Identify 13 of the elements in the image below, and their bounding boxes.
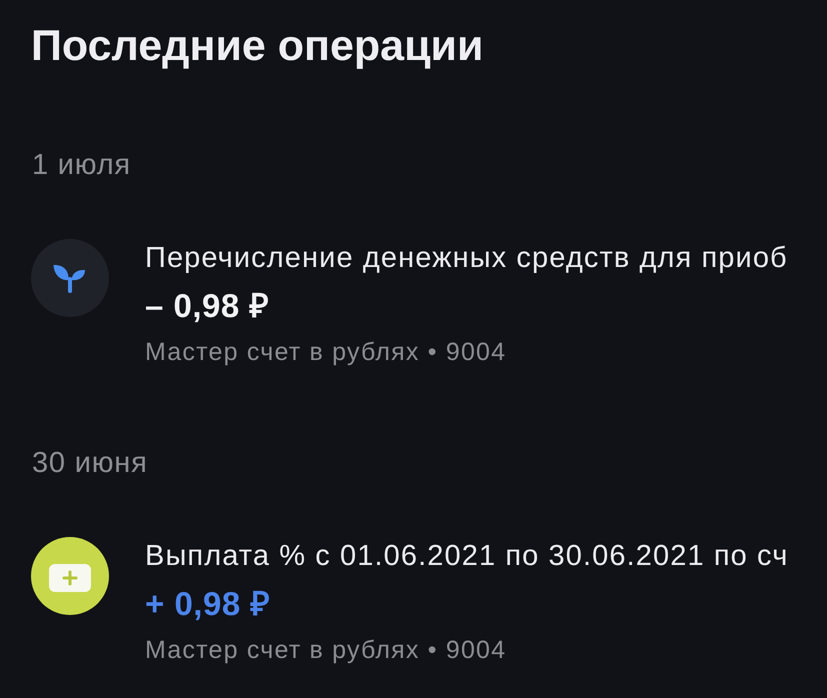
operation-amount: – 0,98 ₽ — [145, 286, 270, 326]
operation-row[interactable]: Перечисление денежных средств для приоб – 0,98 ₽ Мастер счет в рублях • 9004 — [0, 235, 827, 376]
page-title: Последние операции — [30, 21, 484, 71]
operation-row[interactable]: Выплата % с 01.06.2021 по 30.06.2021 по сч + 0,98 ₽ Мастер счет в рублях • 9004 — [0, 533, 827, 674]
account-label: Мастер счет в рублях • 9004 — [145, 635, 508, 666]
date-label: 30 июня — [32, 447, 148, 479]
card-plus-icon — [31, 537, 109, 615]
operation-title: Выплата % с 01.06.2021 по 30.06.2021 по сч — [145, 539, 789, 574]
date-label: 1 июля — [32, 149, 131, 181]
account-label: Мастер счет в рублях • 9004 — [145, 337, 508, 368]
sprout-icon — [31, 239, 109, 317]
operation-amount: + 0,98 ₽ — [145, 584, 271, 624]
operation-title: Перечисление денежных средств для приоб — [145, 241, 788, 276]
